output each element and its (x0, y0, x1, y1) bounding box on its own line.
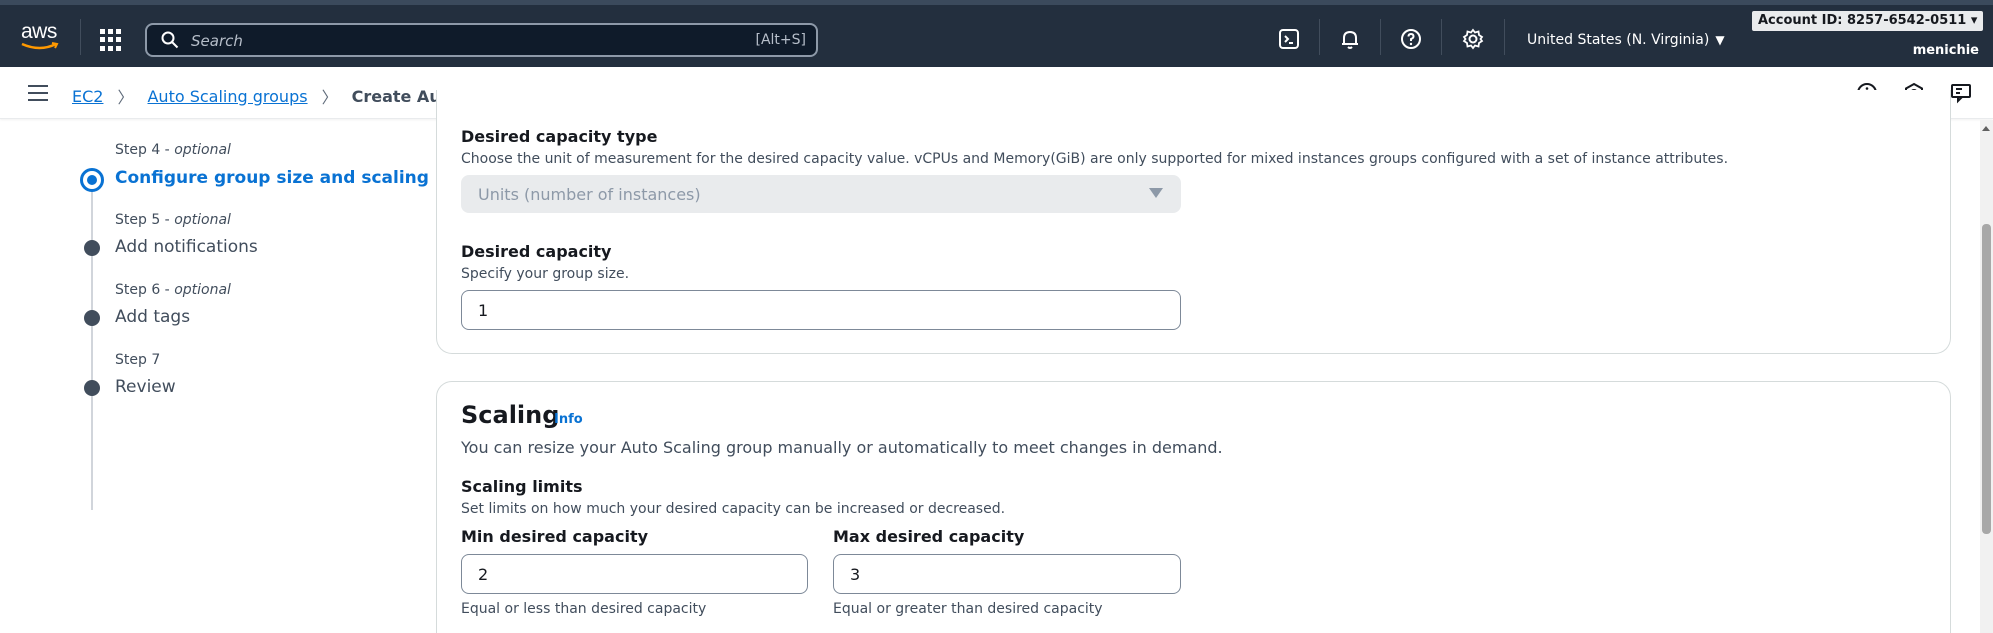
desired-capacity-desc: Specify your group size. (461, 266, 630, 282)
scaling-limits-desc: Set limits on how much your desired capa… (461, 501, 1006, 517)
help-icon[interactable] (1399, 27, 1423, 51)
desired-capacity-input[interactable]: 1 (461, 290, 1181, 330)
caret-down-icon (1149, 188, 1163, 198)
step-dot-icon (84, 240, 100, 256)
breadcrumb-auto-scaling-groups[interactable]: Auto Scaling groups (147, 87, 307, 106)
min-desired-capacity-input[interactable]: 2 (461, 554, 808, 594)
search-shortcut: [Alt+S] (755, 32, 807, 48)
services-grid-icon[interactable] (100, 29, 122, 51)
info-link[interactable]: Info (554, 412, 583, 427)
step-title[interactable]: Configure group size and scaling (115, 168, 429, 188)
scaling-limits-label: Scaling limits (461, 477, 583, 496)
top-navigation: aws Search [Alt+S] United States (N. Vir… (0, 0, 1993, 67)
max-desired-capacity-hint: Equal or greater than desired capacity (833, 601, 1103, 617)
settings-icon[interactable] (1461, 27, 1485, 51)
desired-capacity-type-desc: Choose the unit of measurement for the d… (461, 151, 1729, 167)
step-title[interactable]: Review (115, 377, 176, 397)
chevron-right-icon: 〉 (117, 88, 134, 107)
region-selector[interactable]: United States (N. Virginia) ▼ (1527, 32, 1725, 48)
chevron-right-icon: 〉 (321, 88, 338, 107)
desired-capacity-type-select: Units (number of instances) (461, 175, 1181, 213)
min-desired-capacity-label: Min desired capacity (461, 527, 649, 546)
steps-connector (91, 175, 93, 510)
breadcrumb-ec2[interactable]: EC2 (72, 87, 103, 106)
divider (1319, 19, 1320, 55)
scaling-title: Scaling (461, 401, 560, 429)
search-placeholder: Search (191, 32, 243, 50)
search-icon (161, 31, 179, 49)
step-dot-icon (84, 310, 100, 326)
step-title[interactable]: Add tags (115, 307, 190, 327)
divider (80, 19, 81, 55)
min-desired-capacity-hint: Equal or less than desired capacity (461, 601, 707, 617)
scaling-desc: You can resize your Auto Scaling group m… (461, 438, 1223, 457)
max-desired-capacity-label: Max desired capacity (833, 527, 1025, 546)
bell-icon[interactable] (1338, 27, 1362, 51)
search-input[interactable]: Search [Alt+S] (145, 23, 818, 57)
page-scrollbar[interactable] (1980, 120, 1993, 633)
user-name[interactable]: menichie (1913, 43, 1979, 58)
scrollbar-thumb[interactable] (1982, 224, 1991, 534)
step-dot-icon (84, 380, 100, 396)
menu-icon[interactable] (28, 85, 48, 101)
caret-down-icon: ▼ (1715, 33, 1725, 47)
divider (1380, 19, 1381, 55)
scroll-up-icon[interactable] (1982, 126, 1990, 131)
divider (1504, 19, 1505, 55)
account-menu[interactable]: Account ID: 8257-6542-0511 ▾ (1752, 11, 1984, 31)
step-title[interactable]: Add notifications (115, 237, 258, 257)
cloudshell-icon[interactable] (1277, 27, 1301, 51)
desired-capacity-label: Desired capacity (461, 242, 612, 261)
wizard-steps: Step 4 - optional Configure group size a… (0, 120, 429, 633)
max-desired-capacity-input[interactable]: 3 (833, 554, 1181, 594)
divider (1441, 19, 1442, 55)
desired-capacity-type-label: Desired capacity type (461, 127, 658, 146)
aws-logo[interactable]: aws (20, 20, 62, 51)
feedback-icon[interactable] (1949, 81, 1973, 105)
caret-down-icon: ▾ (1970, 13, 1978, 28)
step-current-icon (80, 168, 104, 192)
